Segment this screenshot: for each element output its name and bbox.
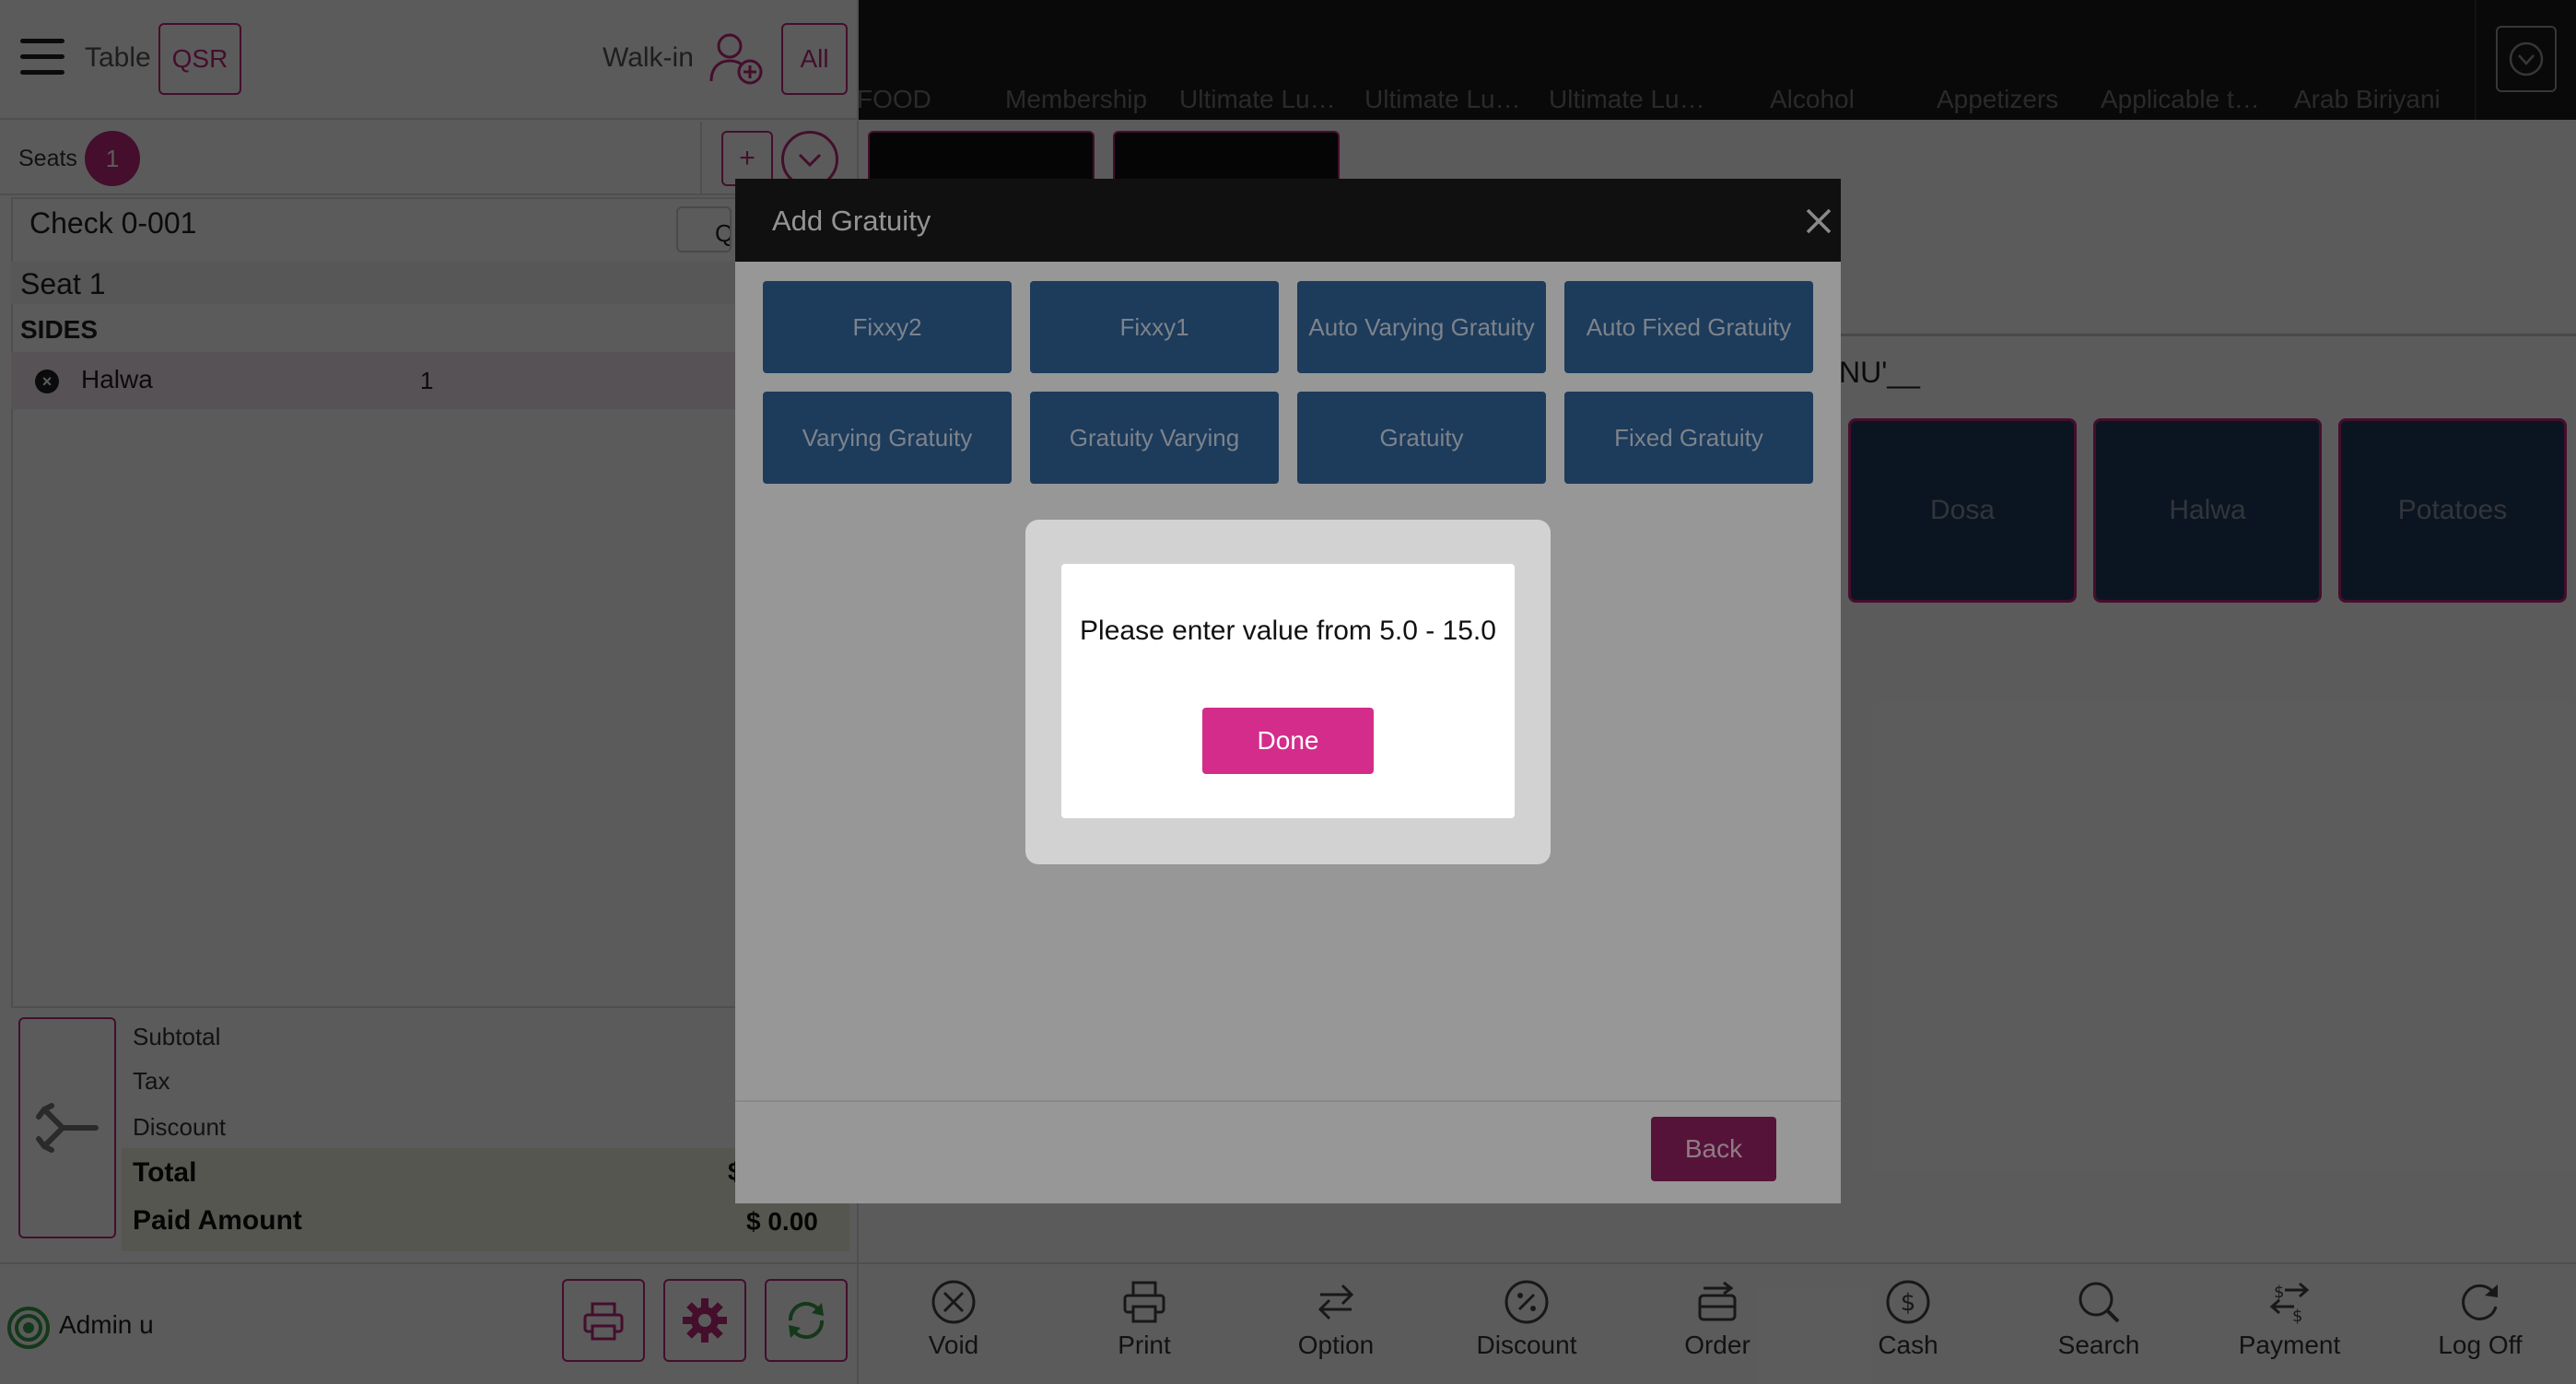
done-button[interactable]: Done — [1202, 708, 1374, 774]
alert-message: Please enter value from 5.0 - 15.0 — [1080, 616, 1496, 646]
alert-dialog — [1061, 564, 1515, 818]
